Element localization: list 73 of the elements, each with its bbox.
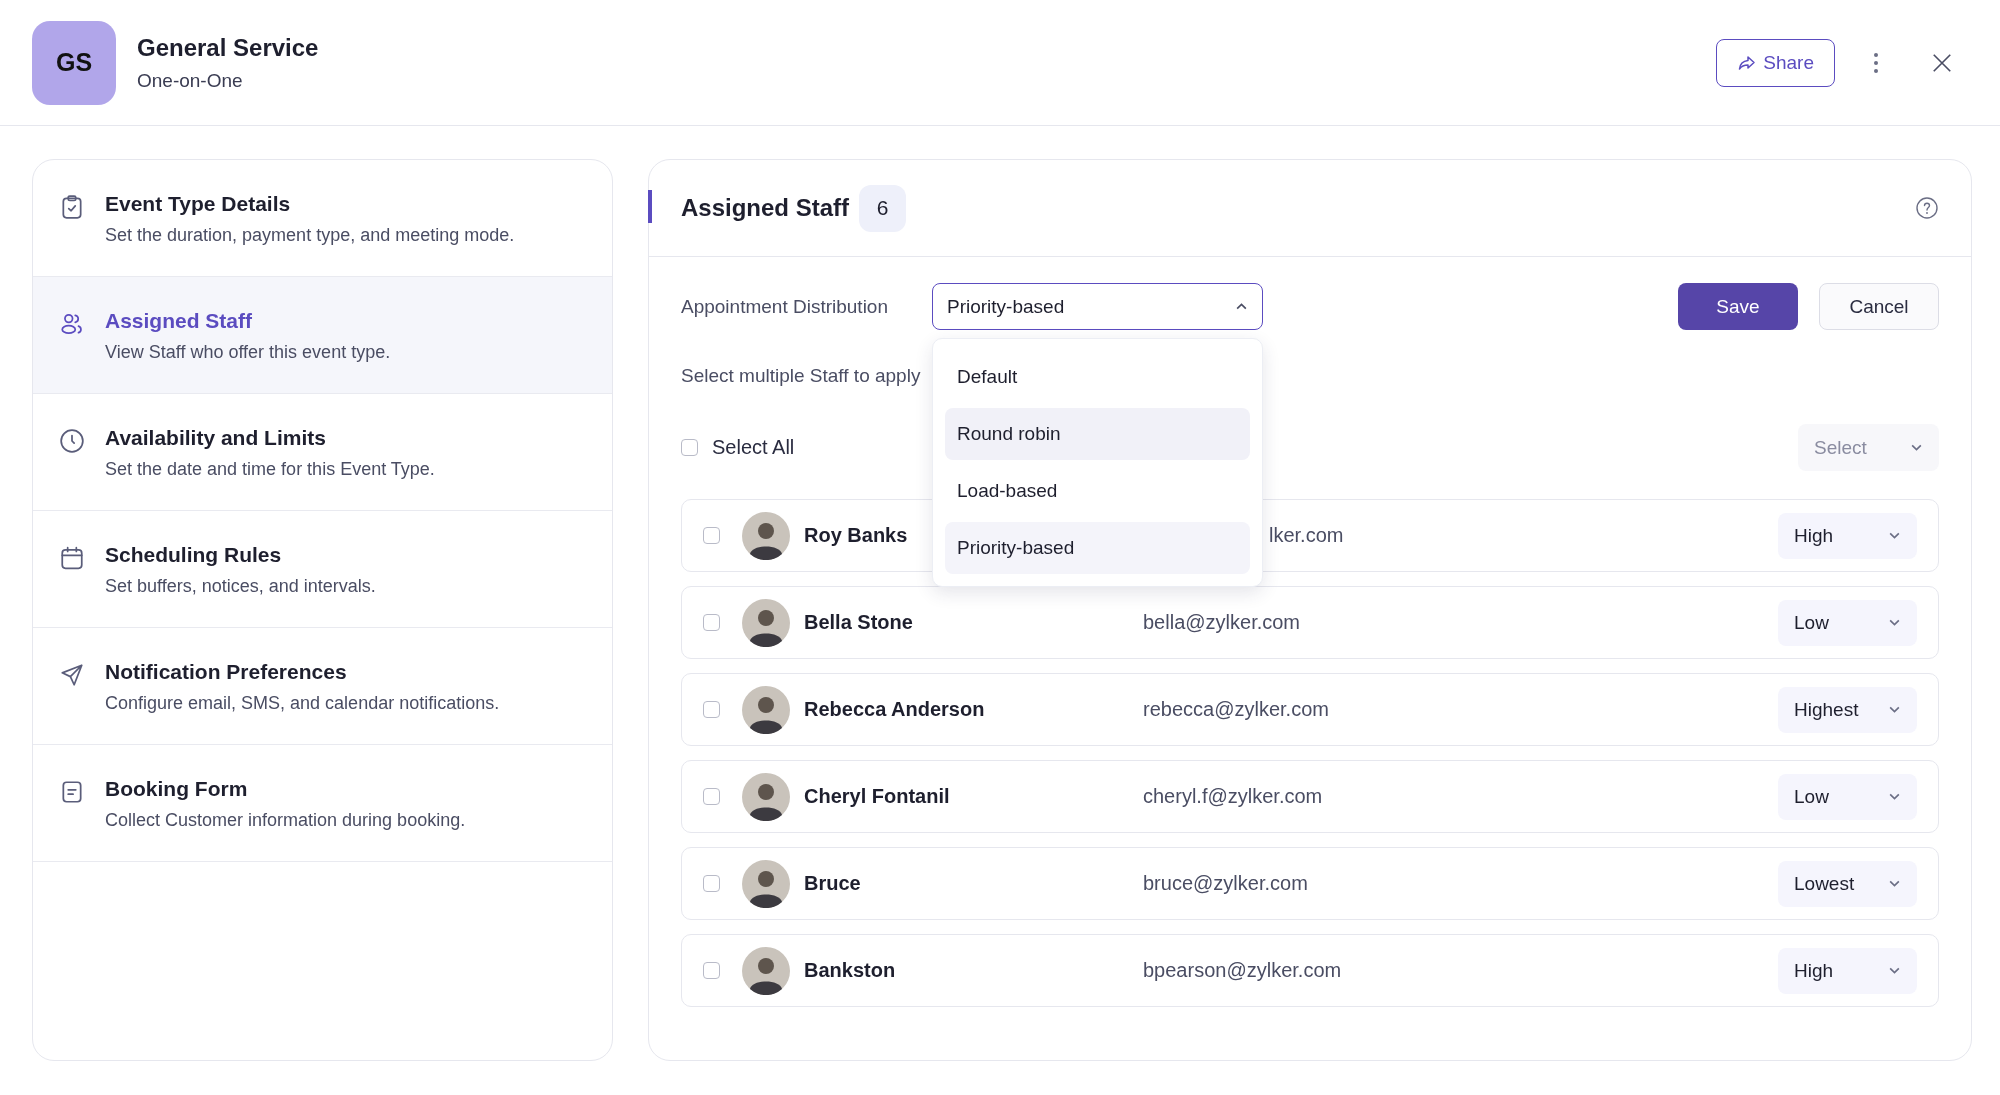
- panel-title: Assigned Staff: [681, 194, 850, 222]
- priority-select[interactable]: Low: [1778, 773, 1917, 820]
- staff-name: Roy Banks: [804, 524, 909, 547]
- staff-name: Rebecca Anderson: [804, 698, 986, 721]
- sidebar-item-description: Configure email, SMS, and calendar notifications.: [105, 693, 500, 714]
- sidebar-item[interactable]: Assigned Staff View Staff who offer this event type.: [33, 277, 612, 394]
- help-icon[interactable]: [1915, 196, 1939, 220]
- staff-email: bruce@zylker.com: [1143, 872, 1308, 895]
- staff-email: rebecca@zylker.com: [1143, 698, 1329, 721]
- sidebar-item[interactable]: Availability and Limits Set the date and time for this Event Type.: [33, 394, 612, 511]
- staff-email: bella@zylker.com: [1143, 611, 1301, 634]
- distribution-option[interactable]: Default: [945, 351, 1250, 403]
- staff-name: Bella Stone: [804, 611, 914, 634]
- calendar-icon: [59, 545, 85, 571]
- users-icon: [59, 311, 85, 337]
- distribution-option[interactable]: Priority-based: [945, 522, 1250, 574]
- sidebar-item-description: Set buffers, notices, and intervals.: [105, 576, 376, 597]
- staff-name: Cheryl Fontanil: [804, 785, 951, 808]
- sidebar-item[interactable]: Booking Form Collect Customer information during booking.: [33, 745, 612, 862]
- sidebar-item-title: Availability and Limits: [105, 426, 327, 450]
- avatar-icon: [742, 598, 790, 647]
- staff-email: cheryl.f@zylker.com: [1143, 785, 1323, 808]
- close-icon[interactable]: [1931, 51, 1953, 74]
- distribution-select[interactable]: Priority-based: [932, 283, 1263, 330]
- paper-plane-icon: [59, 662, 85, 688]
- service-type: One-on-One: [137, 69, 244, 92]
- sidebar-item-description: Set the duration, payment type, and meeting mode.: [105, 225, 515, 246]
- cancel-button[interactable]: Cancel: [1819, 283, 1939, 330]
- distribution-option[interactable]: Round robin: [945, 408, 1250, 460]
- sidebar-item-title: Event Type Details: [105, 192, 292, 216]
- sidebar-item-title: Assigned Staff: [105, 309, 254, 333]
- avatar-icon: [742, 772, 790, 821]
- avatar-icon: [742, 859, 790, 908]
- sidebar-item[interactable]: Scheduling Rules Set buffers, notices, and intervals.: [33, 511, 612, 628]
- avatar-icon: [742, 946, 790, 995]
- staff-checkbox[interactable]: [703, 875, 720, 892]
- staff-checkbox[interactable]: [703, 701, 720, 718]
- staff-count: 6: [859, 184, 907, 232]
- save-button[interactable]: Save: [1678, 283, 1798, 330]
- staff-email: lker.com: [1269, 524, 1344, 547]
- hint-text: Select multiple Staff to apply: [681, 365, 921, 387]
- clock-icon: [59, 428, 85, 454]
- staff-email: bpearson@zylker.com: [1143, 959, 1342, 982]
- sidebar-item-title: Booking Form: [105, 777, 249, 801]
- sidebar-item-description: View Staff who offer this event type.: [105, 342, 391, 363]
- priority-select[interactable]: Highest: [1778, 686, 1917, 733]
- distribution-option[interactable]: Load-based: [945, 465, 1250, 517]
- priority-select[interactable]: High: [1778, 512, 1917, 559]
- sidebar-item-description: Set the date and time for this Event Type.: [105, 459, 435, 480]
- priority-select[interactable]: High: [1778, 947, 1917, 994]
- document-icon: [59, 779, 85, 805]
- service-title: General Service: [137, 33, 319, 62]
- sidebar-item-title: Scheduling Rules: [105, 543, 283, 567]
- staff-name: Bankston: [804, 959, 897, 982]
- avatar-icon: [742, 511, 790, 560]
- service-avatar: GS: [32, 20, 116, 105]
- priority-select[interactable]: Lowest: [1778, 860, 1917, 907]
- staff-checkbox[interactable]: [703, 614, 720, 631]
- distribution-label: Appointment Distribution: [681, 295, 889, 318]
- sidebar-item-title: Notification Preferences: [105, 660, 348, 684]
- priority-select[interactable]: Low: [1778, 599, 1917, 646]
- more-icon[interactable]: [1873, 50, 1879, 75]
- share-button[interactable]: Share: [1716, 38, 1835, 87]
- avatar-icon: [742, 685, 790, 734]
- staff-checkbox[interactable]: [703, 962, 720, 979]
- clipboard-icon: [59, 194, 85, 220]
- select-all-label: Select All: [712, 436, 795, 459]
- staff-checkbox[interactable]: [703, 788, 720, 805]
- staff-name: Bruce: [804, 872, 862, 895]
- select-all-checkbox[interactable]: [681, 439, 698, 456]
- sidebar-item[interactable]: Notification Preferences Configure email, SMS, and calendar notifications.: [33, 628, 612, 745]
- staff-checkbox[interactable]: [703, 527, 720, 544]
- sidebar-item-description: Collect Customer information during booking.: [105, 810, 466, 831]
